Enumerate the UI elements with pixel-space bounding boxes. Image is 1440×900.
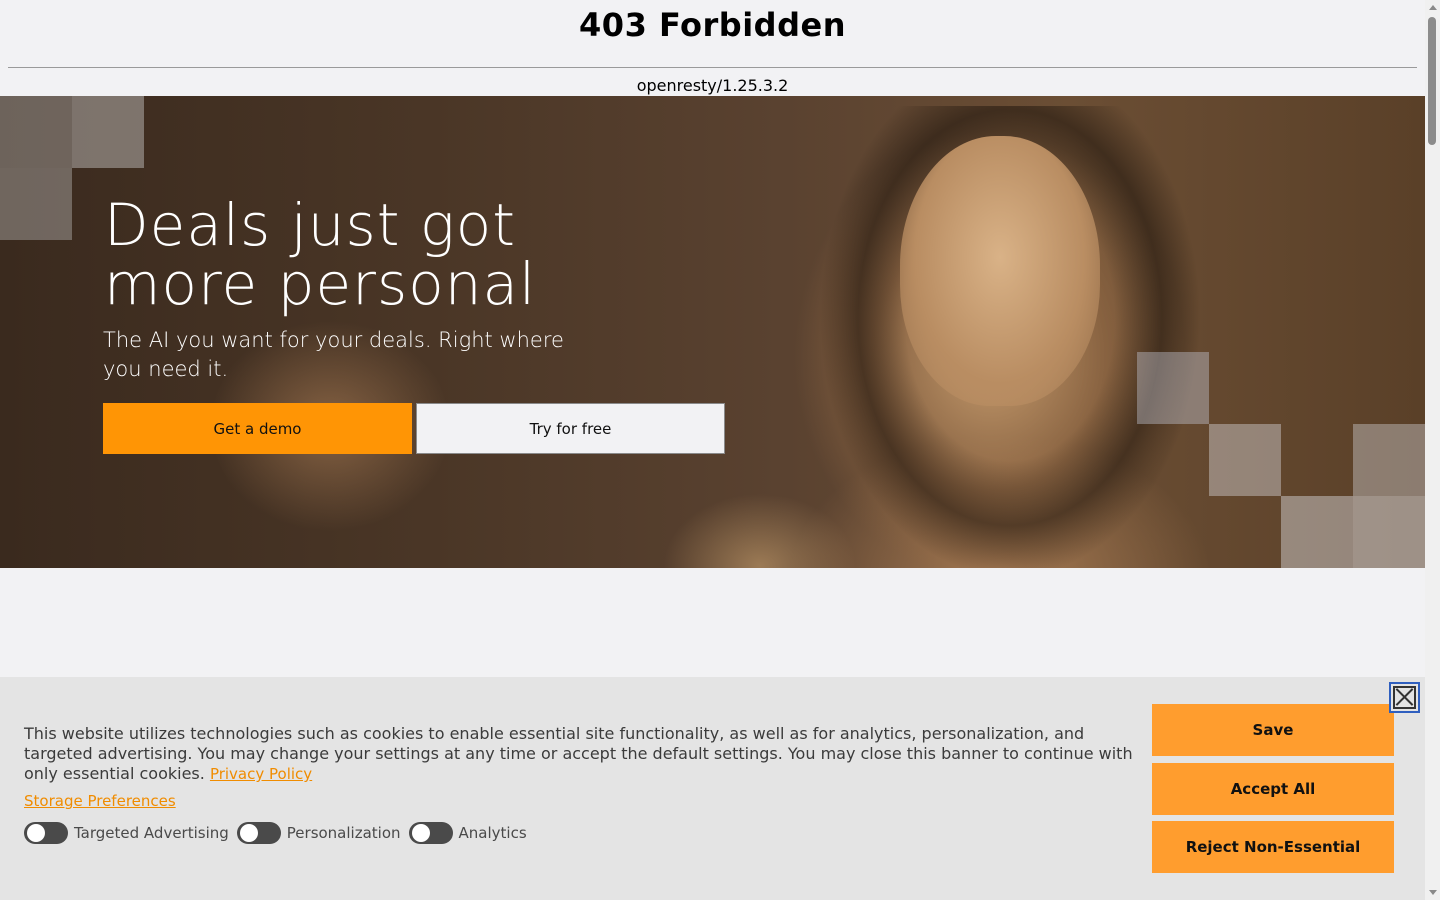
decor-square — [1281, 496, 1353, 568]
accept-all-button[interactable]: Accept All — [1152, 763, 1394, 815]
decor-square — [0, 96, 72, 168]
cookie-notice-body: This website utilizes technologies such … — [24, 724, 1133, 783]
decor-square — [72, 96, 144, 168]
hero-banner: Deals just got more personal The AI you … — [0, 96, 1425, 568]
close-icon — [1393, 686, 1416, 709]
divider — [8, 67, 1417, 68]
consent-toggles: Targeted Advertising Personalization Ana… — [24, 822, 535, 844]
page-scrollbar[interactable] — [1425, 0, 1440, 900]
decor-square — [1209, 424, 1281, 496]
hero-heading-line: Deals just got — [104, 191, 516, 259]
targeted-advertising-toggle[interactable] — [24, 822, 68, 844]
scroll-down-arrow-icon[interactable] — [1429, 890, 1437, 895]
toggle-knob — [27, 824, 45, 842]
decor-square — [1353, 424, 1425, 496]
server-signature: openresty/1.25.3.2 — [636, 76, 789, 95]
privacy-policy-link[interactable]: Privacy Policy — [210, 765, 312, 783]
analytics-toggle[interactable] — [408, 822, 453, 844]
error-title: 403 Forbidden — [579, 6, 846, 44]
storage-preferences-link[interactable]: Storage Preferences — [24, 792, 176, 810]
toggle-knob — [239, 824, 258, 842]
personalization-toggle[interactable] — [236, 822, 281, 844]
cookie-banner: This website utilizes technologies such … — [0, 677, 1425, 900]
close-banner-button[interactable] — [1389, 682, 1420, 713]
toggle-label: Targeted Advertising — [74, 824, 229, 842]
decor-square — [1353, 496, 1425, 568]
toggle-knob — [411, 824, 430, 842]
hero-subheading: The AI you want for your deals. Right wh… — [103, 328, 564, 381]
toggle-label: Personalization — [286, 824, 401, 842]
hero-copy: Deals just got more personal The AI you … — [103, 196, 664, 384]
cookie-notice-text: This website utilizes technologies such … — [24, 724, 1139, 784]
hero-heading: Deals just got more personal — [104, 196, 664, 314]
hero-photo-face — [900, 136, 1100, 406]
scrollbar-thumb[interactable] — [1428, 17, 1436, 145]
toggle-label: Analytics — [458, 824, 527, 842]
decor-square — [1137, 352, 1209, 424]
reject-non-essential-button[interactable]: Reject Non-Essential — [1152, 821, 1394, 873]
scroll-up-arrow-icon[interactable] — [1429, 5, 1437, 10]
get-demo-button[interactable]: Get a demo — [103, 403, 412, 454]
save-button[interactable]: Save — [1152, 704, 1394, 756]
try-free-button[interactable]: Try for free — [416, 403, 725, 454]
hero-heading-line: more personal — [104, 250, 537, 318]
decor-square — [0, 168, 72, 240]
